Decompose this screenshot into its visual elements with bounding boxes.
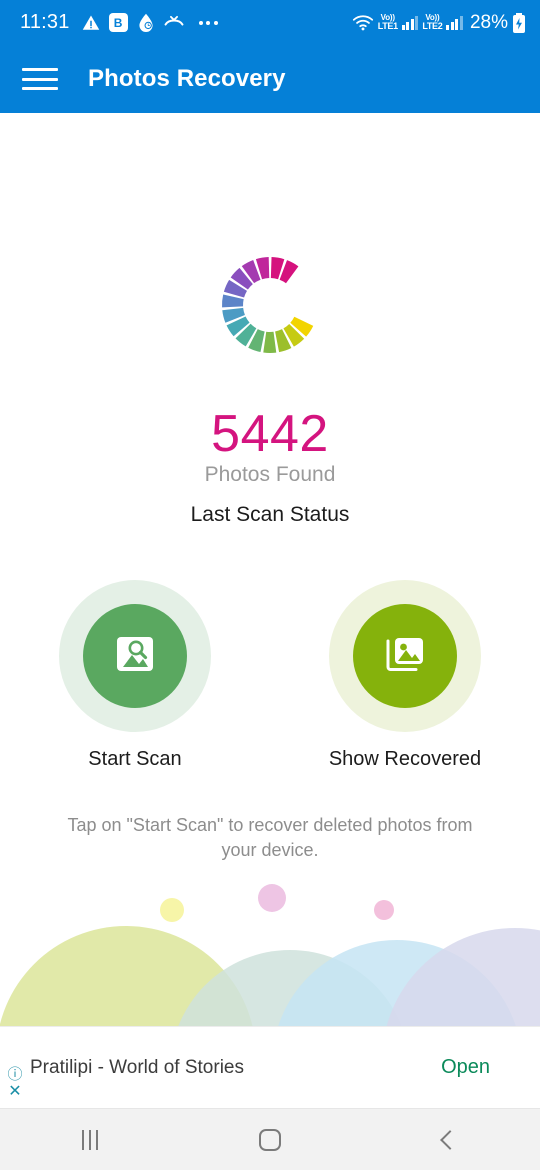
status-right-icons: Vo)) LTE1 Vo)) LTE2 28% [352, 12, 526, 34]
c-shaped-color-wheel-logo [220, 255, 320, 355]
status-bar: 11:31 B Vo)) LTE1 Vo)) LTE2 28% [0, 0, 540, 45]
wifi-icon [352, 14, 374, 31]
last-scan-status-label: Last Scan Status [190, 503, 350, 526]
back-button[interactable] [360, 1129, 540, 1150]
show-recovered-halo [329, 580, 481, 732]
show-recovered-label: Show Recovered [328, 748, 482, 770]
signal-bars-sim1-icon [401, 15, 419, 30]
warning-triangle-icon [82, 14, 100, 32]
recents-icon [81, 1129, 98, 1150]
lte2-label: LTE2 [422, 21, 443, 31]
photos-found-label: Photos Found [204, 463, 336, 486]
action-buttons-row: Start Scan Show Recovered [0, 580, 540, 771]
overflow-dots-icon [198, 20, 218, 25]
photo-stack-icon [380, 629, 430, 684]
start-scan-disc [83, 604, 187, 708]
ad-open-button[interactable]: Open [441, 1056, 490, 1079]
photos-found-count: 5442 [211, 405, 329, 463]
home-icon [258, 1128, 281, 1151]
app-bar: Photos Recovery [0, 45, 540, 113]
b-badge-icon: B [108, 13, 128, 32]
start-scan-halo [59, 580, 211, 732]
signal-bars-sim2-icon [446, 15, 463, 30]
battery-percent-label: 28% [469, 11, 508, 33]
status-time: 11:31 [20, 11, 70, 33]
page-title: Photos Recovery [88, 65, 286, 92]
ad-badges: ⓘ ✕ [2, 1067, 28, 1100]
hamburger-line [22, 68, 58, 71]
system-navigation-bar [0, 1108, 540, 1170]
main-content: 5442 Photos Found Last Scan Status Start [0, 113, 540, 1026]
hamburger-line [22, 77, 58, 81]
ad-banner[interactable]: ⓘ ✕ Pratilipi - World of Stories Open [0, 1026, 540, 1108]
water-drop-clock-icon [137, 13, 155, 32]
battery-charging-icon [512, 12, 526, 33]
dot-pink-large [258, 884, 286, 912]
start-scan-button[interactable]: Start Scan [0, 580, 270, 771]
show-recovered-disc [353, 604, 457, 708]
close-x-icon[interactable]: ✕ [8, 1084, 21, 1100]
lte1-label: LTE1 [377, 21, 398, 31]
hamburger-line [22, 87, 58, 90]
start-scan-label: Start Scan [88, 748, 182, 770]
photo-search-icon [110, 629, 160, 684]
recents-button[interactable] [0, 1129, 180, 1150]
ad-title: Pratilipi - World of Stories [30, 1056, 244, 1078]
tip-text: Tap on "Start Scan" to recover deleted p… [67, 815, 473, 860]
show-recovered-button[interactable]: Show Recovered [270, 580, 540, 771]
hamburger-menu-icon[interactable] [22, 66, 58, 92]
missed-call-icon [164, 15, 184, 31]
logo-svg [222, 257, 314, 353]
info-circle-icon[interactable]: ⓘ [7, 1067, 22, 1082]
volte-lte2-indicator: Vo)) LTE2 [422, 14, 442, 31]
logo-segment [263, 331, 277, 353]
home-button[interactable] [180, 1128, 360, 1151]
dot-yellow [160, 898, 184, 922]
logo-container [0, 255, 540, 355]
dot-pink-small [374, 900, 394, 920]
volte-lte1-indicator: Vo)) LTE1 [378, 14, 398, 31]
status-left-icons: B [82, 13, 218, 32]
decorative-bubbles [0, 866, 540, 1026]
back-icon [440, 1129, 460, 1150]
